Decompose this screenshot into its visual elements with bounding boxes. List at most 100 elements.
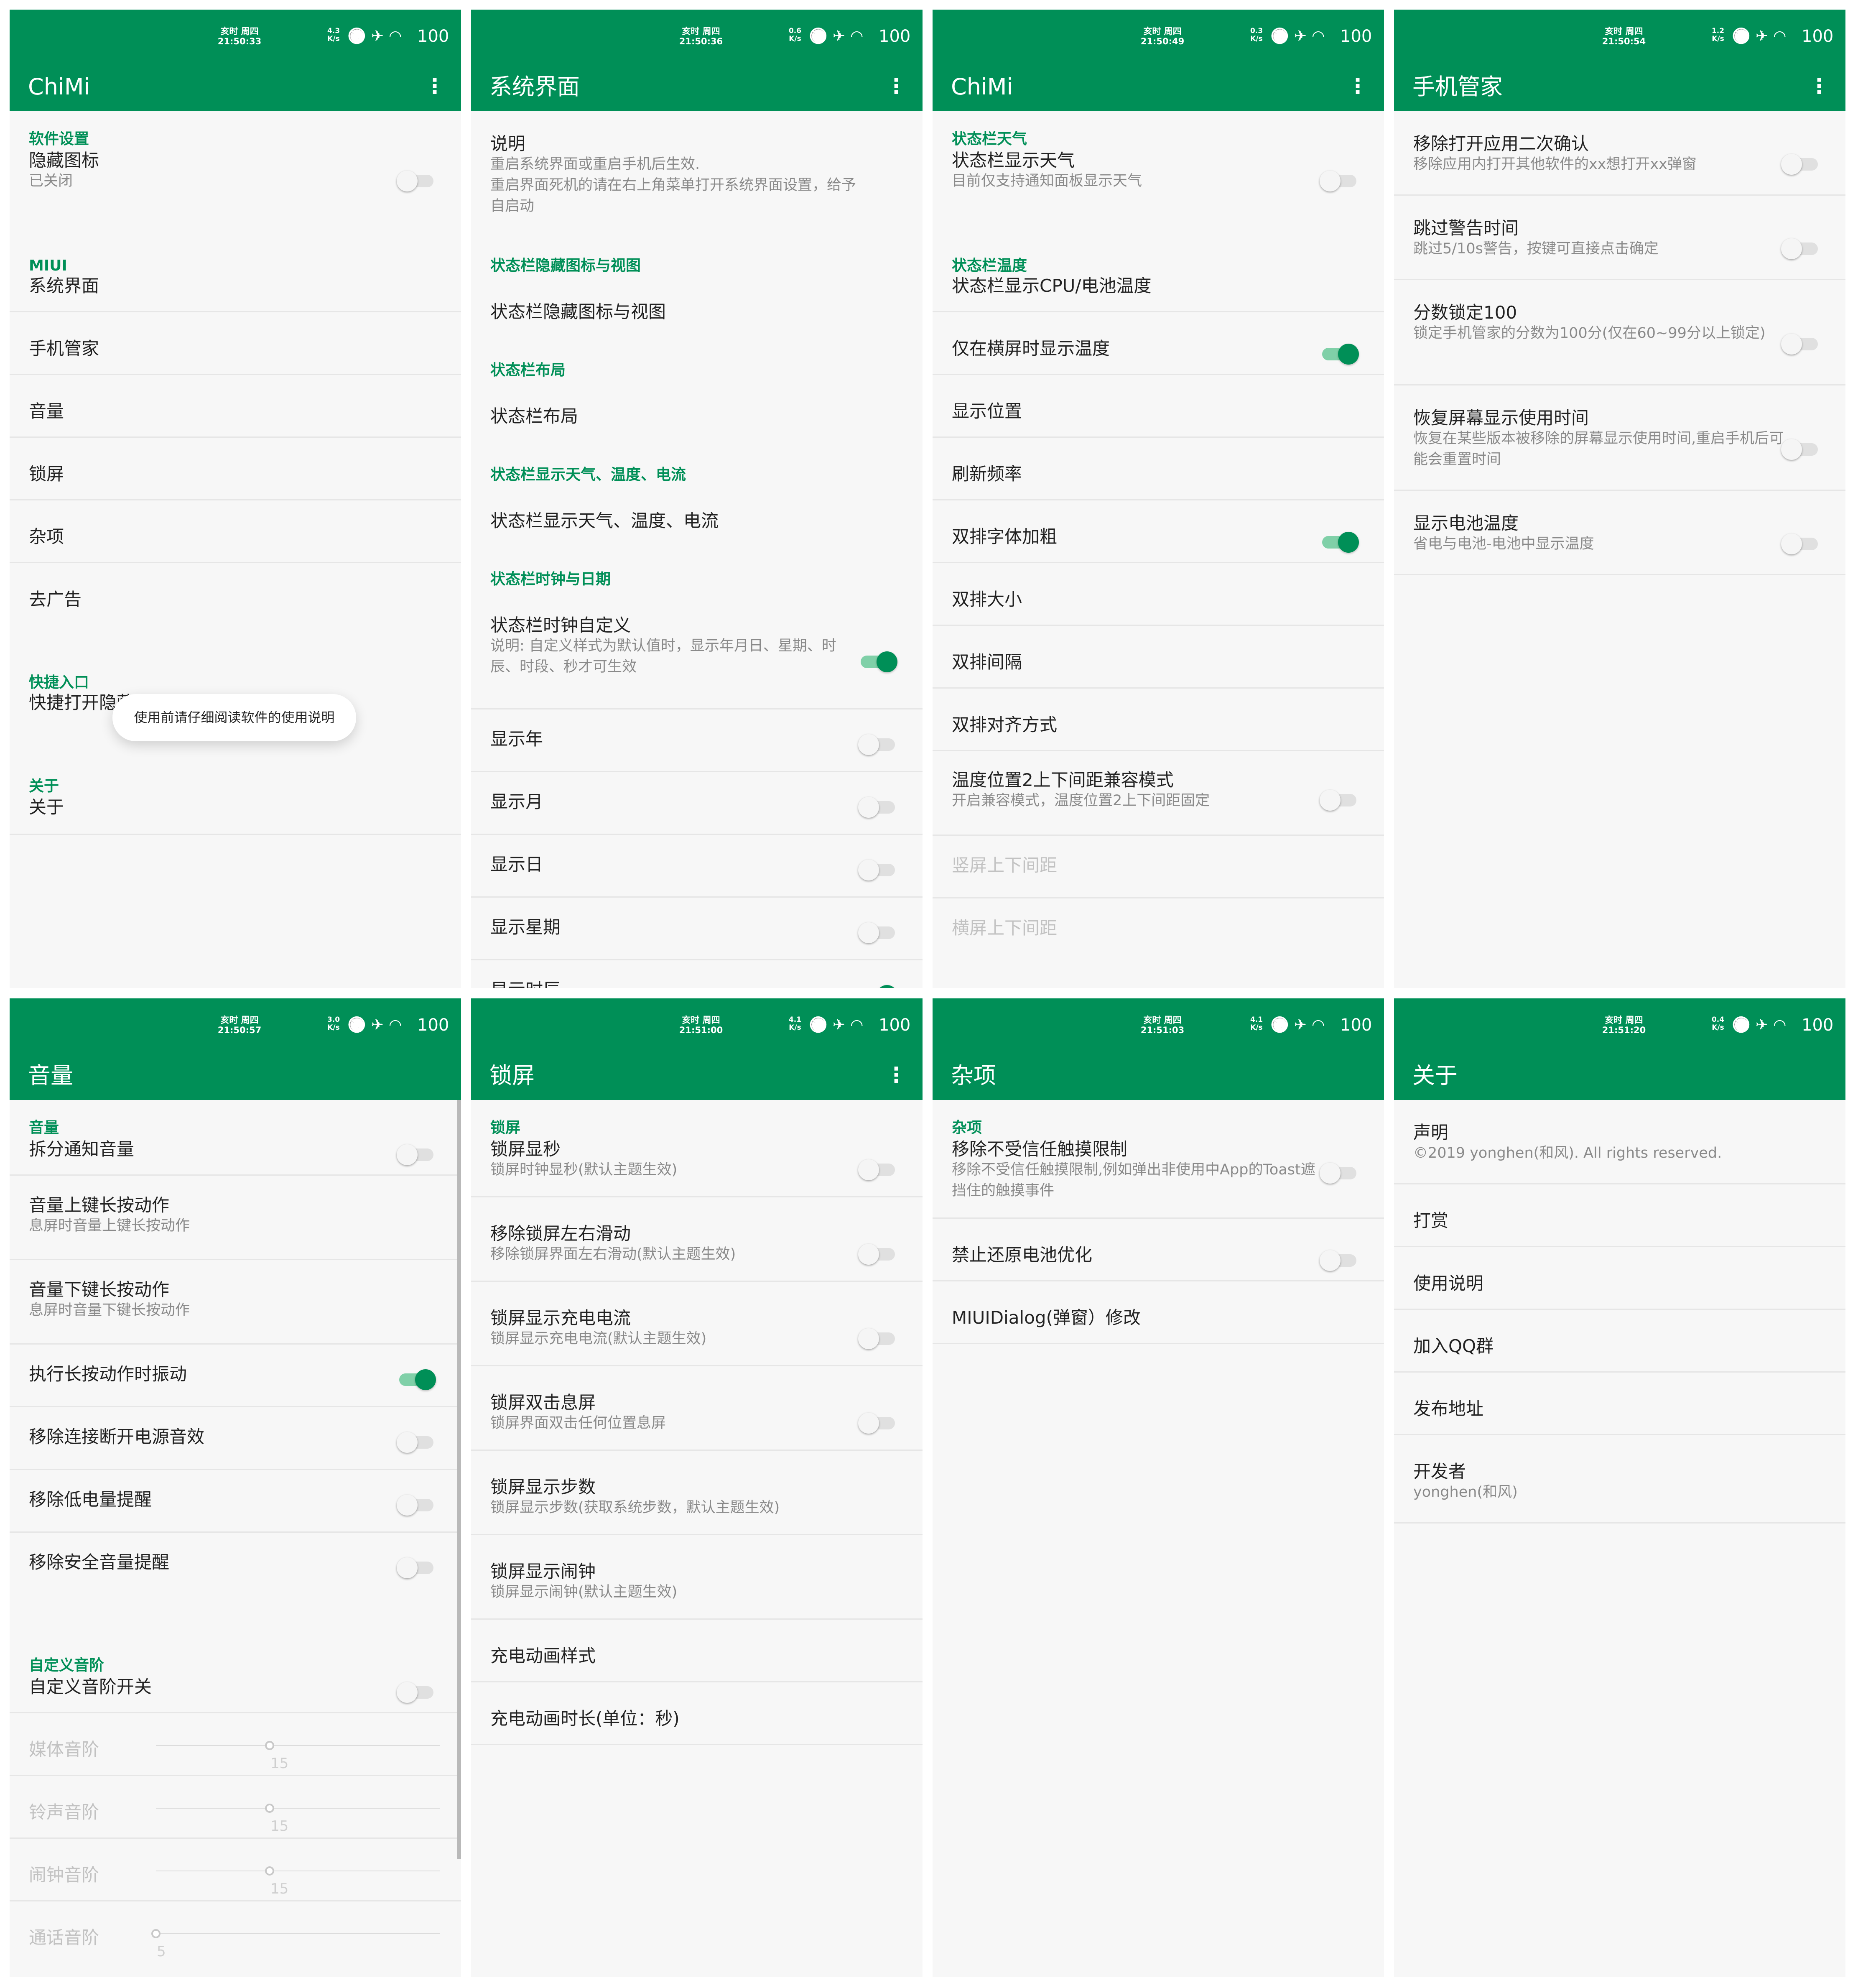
preference-item[interactable]: 状态栏布局 <box>471 388 923 446</box>
preference-item[interactable]: 跳过警告时间 跳过5/10s警告，按键可直接点击确定 <box>1394 196 1845 280</box>
preference-item[interactable]: 显示日 <box>471 835 923 898</box>
toggle-switch[interactable] <box>858 1328 895 1349</box>
toggle-switch[interactable] <box>861 651 897 672</box>
toggle-switch[interactable] <box>1781 238 1818 259</box>
preference-item[interactable]: 隐藏图标 已关闭 <box>10 132 461 217</box>
preference-item[interactable]: 锁屏显示闹钟 锁屏显示闹钟(默认主题生效) <box>471 1535 923 1620</box>
preference-item[interactable]: 锁屏双击息屏 锁屏界面双击任何位置息屏 <box>471 1366 923 1451</box>
preference-item[interactable]: 分数锁定100 锁定手机管家的分数为100分(仅在60~99分以上锁定) <box>1394 280 1845 385</box>
toggle-switch[interactable] <box>858 797 895 818</box>
toggle-switch[interactable] <box>858 860 895 880</box>
toggle-switch[interactable] <box>397 171 433 191</box>
preference-item[interactable]: 去广告 <box>10 571 461 629</box>
preference-item[interactable]: 状态栏显示CPU/电池温度 <box>933 250 1384 312</box>
overflow-menu-icon[interactable]: ⋮ <box>886 1060 907 1090</box>
overflow-menu-icon[interactable]: ⋮ <box>886 71 907 101</box>
preference-item[interactable]: 禁止还原电池优化 <box>933 1219 1384 1281</box>
toggle-switch[interactable] <box>397 1495 433 1516</box>
preference-item[interactable]: 双排对齐方式 <box>933 689 1384 751</box>
preference-item[interactable]: 状态栏时钟自定义 说明: 自定义样式为默认值时，显示年月日、星期、时辰、时段、秒才… <box>471 589 923 709</box>
toggle-switch[interactable] <box>858 922 895 943</box>
preference-item[interactable]: 双排间隔 <box>933 626 1384 689</box>
toggle-switch[interactable] <box>1322 344 1359 365</box>
preference-item[interactable]: 拆分通知音量 <box>10 1113 461 1176</box>
overflow-menu-icon[interactable]: ⋮ <box>1347 71 1368 101</box>
preference-item[interactable]: 移除不受信任触摸限制 移除不受信任触摸限制,例如弹出非使用中App的Toast遮挡… <box>933 1113 1384 1219</box>
preference-item[interactable]: 执行长按动作时振动 <box>10 1345 461 1407</box>
preference-item[interactable]: 自定义音阶开关 <box>10 1651 461 1713</box>
preference-item[interactable]: 显示年 <box>471 709 923 772</box>
toggle-switch[interactable] <box>397 1557 433 1578</box>
toggle-switch[interactable] <box>1320 790 1356 811</box>
preference-item[interactable]: 声明 ©2019 yonghen(和风). All rights reserved… <box>1394 1100 1845 1184</box>
toggle-switch[interactable] <box>858 734 895 755</box>
preference-item[interactable]: 刷新频率 <box>933 438 1384 500</box>
preference-item[interactable]: 状态栏显示天气 目前仅支持通知面板显示天气 <box>933 132 1384 217</box>
preference-item[interactable]: 仅在横屏时显示温度 <box>933 312 1384 375</box>
preference-item[interactable]: 说明 重启系统界面或重启手机后生效. 重启界面死机的请在右上角菜单打开系统界面设置… <box>471 115 923 214</box>
toggle-switch[interactable] <box>397 1682 433 1703</box>
preference-item[interactable]: 锁屏 <box>10 438 461 500</box>
network-speed-value: 4.1 <box>1250 1016 1263 1024</box>
preference-item[interactable]: 双排大小 <box>933 563 1384 626</box>
preference-item[interactable]: 显示位置 <box>933 375 1384 438</box>
overflow-menu-icon[interactable]: ⋮ <box>1809 71 1830 101</box>
toggle-switch[interactable] <box>1781 533 1818 554</box>
preference-item[interactable]: 状态栏隐藏图标与视图 <box>471 283 923 342</box>
preference-item[interactable]: 显示时辰 <box>471 960 923 988</box>
preference-item[interactable]: 温度位置2上下间距兼容模式 开启兼容模式，温度位置2上下间距固定 <box>933 751 1384 836</box>
preference-item[interactable]: MIUIDialog(弹窗）修改 <box>933 1281 1384 1344</box>
toggle-switch[interactable] <box>1320 1163 1356 1184</box>
preference-item[interactable]: 打赏 <box>1394 1184 1845 1247</box>
toggle-switch[interactable] <box>858 1159 895 1180</box>
preference-item[interactable]: 关于 <box>10 772 461 835</box>
slider-thumb[interactable] <box>265 1804 274 1813</box>
preference-item[interactable]: 显示月 <box>471 772 923 835</box>
preference-item[interactable]: 开发者 yonghen(和风) <box>1394 1435 1845 1524</box>
preference-item[interactable]: 显示电池温度 省电与电池-电池中显示温度 <box>1394 491 1845 575</box>
preference-item[interactable]: 双排字体加粗 <box>933 500 1384 563</box>
toggle-switch[interactable] <box>858 1244 895 1265</box>
preference-item[interactable]: 充电动画样式 <box>471 1620 923 1682</box>
toggle-switch[interactable] <box>1320 171 1356 191</box>
preference-item[interactable]: 移除低电量提醒 <box>10 1470 461 1533</box>
toggle-switch[interactable] <box>1781 154 1818 175</box>
preference-item[interactable]: 充电动画时长(单位：秒) <box>471 1682 923 1745</box>
scrollbar[interactable] <box>457 1100 461 1859</box>
preference-item[interactable]: 加入QQ群 <box>1394 1310 1845 1373</box>
preference-item[interactable]: 移除锁屏左右滑动 移除锁屏界面左右滑动(默认主题生效) <box>471 1197 923 1282</box>
preference-item[interactable]: 移除安全音量提醒 <box>10 1534 461 1592</box>
preference-item[interactable]: 移除连接断开电源音效 <box>10 1407 461 1470</box>
preference-item[interactable]: 状态栏显示天气、温度、电流 <box>471 492 923 551</box>
preference-item[interactable]: 锁屏显示步数 锁屏显示步数(获取系统步数，默认主题生效) <box>471 1451 923 1535</box>
preference-item[interactable]: 手机管家 <box>10 312 461 375</box>
level-slider[interactable] <box>151 1929 440 1938</box>
preference-summary: 目前仅支持通知面板显示天气 <box>952 173 1142 189</box>
toggle-switch[interactable] <box>1320 1250 1356 1271</box>
toggle-switch[interactable] <box>1781 334 1818 355</box>
toggle-switch[interactable] <box>399 1369 436 1390</box>
preference-item[interactable]: 音量 <box>10 375 461 438</box>
preference-item[interactable]: 移除打开应用二次确认 移除应用内打开其他软件的xx想打开xx弹窗 <box>1394 111 1845 196</box>
overflow-menu-icon[interactable]: ⋮ <box>424 71 445 101</box>
preference-item[interactable]: 系统界面 <box>10 250 461 312</box>
slider-thumb[interactable] <box>265 1741 274 1750</box>
level-slider[interactable] <box>156 1804 440 1813</box>
preference-item[interactable]: 杂项 <box>10 500 461 563</box>
preference-item[interactable]: 显示星期 <box>471 898 923 960</box>
toggle-switch[interactable] <box>858 1413 895 1434</box>
preference-item[interactable]: 锁屏显示充电电流 锁屏显示充电电流(默认主题生效) <box>471 1282 923 1366</box>
preference-item[interactable]: 锁屏显秒 锁屏时钟显秒(默认主题生效) <box>471 1113 923 1197</box>
preference-item[interactable]: 使用说明 <box>1394 1247 1845 1310</box>
slider-thumb[interactable] <box>265 1866 274 1876</box>
level-slider[interactable] <box>156 1741 440 1750</box>
toggle-switch[interactable] <box>1322 532 1359 553</box>
toggle-switch[interactable] <box>1781 439 1818 460</box>
preference-item[interactable]: 音量上键长按动作 息屏时音量上键长按动作 <box>10 1176 461 1260</box>
slider-thumb[interactable] <box>151 1929 161 1938</box>
preference-item[interactable]: 音量下键长按动作 息屏时音量下键长按动作 <box>10 1260 461 1345</box>
preference-item[interactable]: 发布地址 <box>1394 1373 1845 1435</box>
toggle-switch[interactable] <box>397 1432 433 1453</box>
toggle-switch[interactable] <box>397 1144 433 1165</box>
preference-item[interactable]: 恢复屏幕显示使用时间 恢复在某些版本被移除的屏幕显示使用时间,重启手机后可能会重置… <box>1394 385 1845 491</box>
